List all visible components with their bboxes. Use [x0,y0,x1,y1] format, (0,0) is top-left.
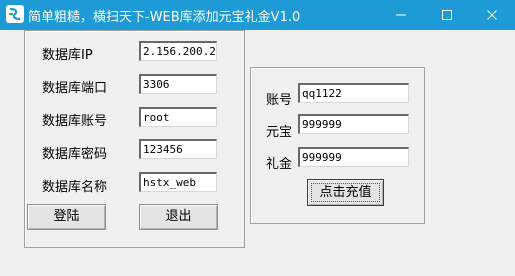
db-ip-input[interactable]: 2.156.200.25 [139,41,217,61]
db-password-input[interactable]: 123456 [139,139,217,159]
app-logo-icon [6,5,24,23]
login-button[interactable]: 登陆 [27,204,106,230]
lijin-input[interactable]: 999999 [298,147,409,167]
db-port-label: 数据库端口 [42,81,108,96]
close-icon [487,10,497,20]
db-account-input[interactable]: root [139,107,217,127]
db-password-label: 数据库密码 [42,147,108,162]
db-name-label: 数据库名称 [42,180,108,195]
db-ip-label: 数据库IP [42,48,93,63]
close-button[interactable] [469,0,515,30]
lijin-label: 礼金 [266,157,293,172]
db-account-label: 数据库账号 [42,114,108,129]
recharge-account-input[interactable]: qq1122 [298,83,409,103]
yuanbao-input[interactable]: 999999 [298,114,409,134]
recharge-submit-button[interactable]: 点击充值 [307,179,384,206]
yuanbao-label: 元宝 [266,125,293,140]
db-port-input[interactable]: 3306 [139,74,217,94]
title-bar[interactable]: 简单粗糙，横扫天下-WEB库添加元宝礼金V1.0 [0,0,515,30]
minimize-button[interactable] [378,0,424,30]
db-name-input[interactable]: hstx_web [139,172,217,192]
exit-button[interactable]: 退出 [139,204,218,230]
window-title: 简单粗糙，横扫天下-WEB库添加元宝礼金V1.0 [28,10,301,25]
maximize-icon [442,10,452,20]
recharge-account-label: 账号 [266,93,293,108]
maximize-button[interactable] [424,0,470,30]
minimize-icon [396,14,406,16]
